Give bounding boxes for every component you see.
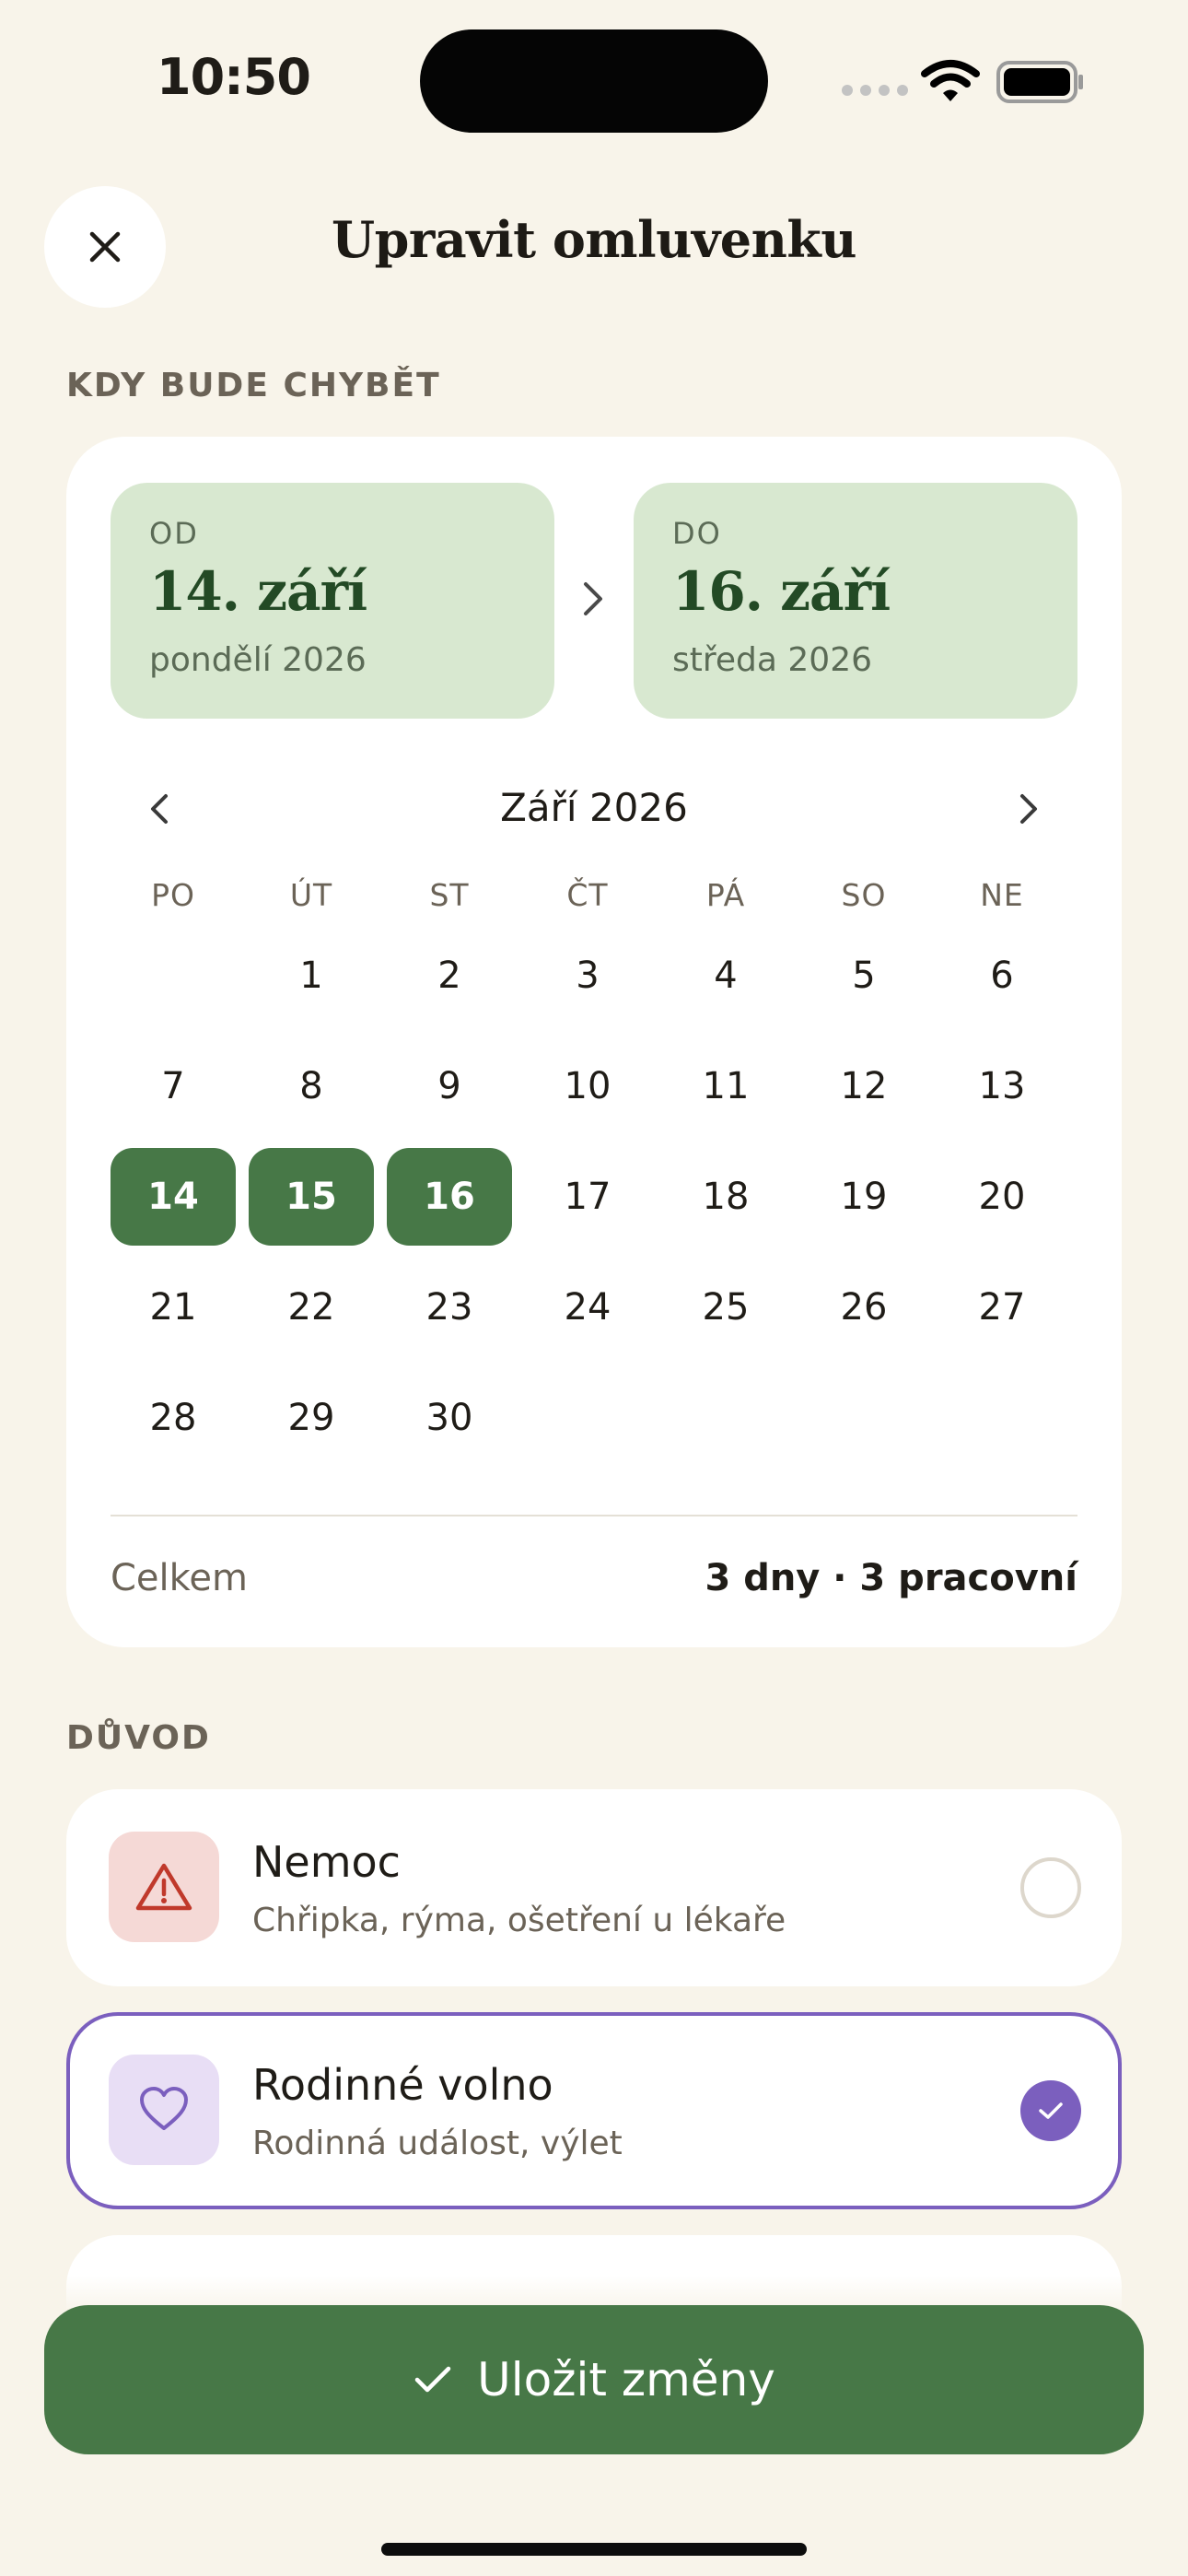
calendar-day-selected[interactable]: 16	[387, 1148, 512, 1246]
calendar-day-selected[interactable]: 14	[111, 1148, 236, 1246]
calendar-day[interactable]: 6	[939, 927, 1065, 1025]
date-to-value: 16. září	[672, 560, 891, 623]
dynamic-island	[420, 29, 768, 133]
calendar-day[interactable]: 18	[663, 1148, 788, 1246]
weekday-header: SO	[841, 877, 887, 913]
section-label-reason: DŮVOD	[66, 1719, 211, 1757]
date-from-weekday: pondělí 2026	[149, 641, 367, 679]
prev-month-button[interactable]	[144, 789, 177, 829]
calendar-day-selected[interactable]: 15	[249, 1148, 374, 1246]
warning-icon	[109, 1832, 219, 1942]
battery-icon	[996, 61, 1083, 103]
reason-name: Nemoc	[252, 1837, 401, 1887]
calendar-day[interactable]: 29	[249, 1369, 374, 1467]
wifi-icon	[921, 60, 980, 101]
calendar-day[interactable]: 12	[801, 1037, 926, 1135]
section-label-when: KDY BUDE CHYBĚT	[66, 367, 441, 404]
weekday-header: ST	[429, 877, 470, 913]
calendar-day[interactable]: 10	[525, 1037, 650, 1135]
calendar-day[interactable]: 25	[663, 1259, 788, 1356]
reason-description: Rodinná událost, výlet	[252, 2125, 623, 2162]
calendar-day[interactable]: 26	[801, 1259, 926, 1356]
reason-option-illness[interactable]: Nemoc Chřipka, rýma, ošetření u lékaře	[66, 1789, 1122, 1986]
date-to-label: DO	[672, 516, 722, 551]
calendar-day[interactable]: 11	[663, 1037, 788, 1135]
total-label: Celkem	[111, 1557, 248, 1599]
reason-name: Rodinné volno	[252, 2060, 553, 2110]
save-button[interactable]: Uložit změny	[44, 2305, 1144, 2454]
weekday-header: PÁ	[705, 877, 746, 913]
total-value: 3 dny · 3 pracovní	[705, 1557, 1077, 1599]
date-from-field[interactable]: OD 14. září pondělí 2026	[111, 483, 554, 719]
chevron-right-icon	[584, 582, 602, 615]
divider	[111, 1515, 1077, 1516]
calendar-day[interactable]: 27	[939, 1259, 1065, 1356]
close-icon	[89, 231, 121, 263]
close-button[interactable]	[44, 186, 166, 308]
check-icon	[414, 2366, 451, 2393]
calendar-day[interactable]: 19	[801, 1148, 926, 1246]
calendar-day[interactable]: 7	[111, 1037, 236, 1135]
weekday-header: NE	[980, 877, 1024, 913]
calendar-day[interactable]: 3	[525, 927, 650, 1025]
calendar-day[interactable]: 4	[663, 927, 788, 1025]
date-to-weekday: středa 2026	[672, 641, 873, 679]
calendar-day[interactable]: 28	[111, 1369, 236, 1467]
check-icon	[1039, 2102, 1063, 2119]
date-to-field[interactable]: DO 16. září středa 2026	[634, 483, 1077, 719]
date-from-value: 14. září	[149, 560, 367, 623]
calendar-day[interactable]: 8	[249, 1037, 374, 1135]
calendar-month-title: Září 2026	[500, 785, 688, 830]
weekday-header: ÚT	[289, 877, 333, 913]
save-button-label: Uložit změny	[477, 2353, 775, 2406]
heart-icon	[109, 2055, 219, 2165]
calendar-day[interactable]: 9	[387, 1037, 512, 1135]
calendar-day[interactable]: 23	[387, 1259, 512, 1356]
calendar-day[interactable]: 24	[525, 1259, 650, 1356]
weekday-header: PO	[151, 877, 195, 913]
radio-unselected[interactable]	[1020, 1857, 1081, 1918]
date-from-label: OD	[149, 516, 199, 551]
home-indicator	[381, 2543, 807, 2556]
calendar-day[interactable]: 13	[939, 1037, 1065, 1135]
radio-selected[interactable]	[1020, 2080, 1081, 2141]
weekday-header: ČT	[566, 877, 609, 913]
reason-description: Chřipka, rýma, ošetření u lékaře	[252, 1902, 786, 1939]
reason-option-family-leave[interactable]: Rodinné volno Rodinná událost, výlet	[66, 2012, 1122, 2209]
status-time: 10:50	[157, 48, 311, 106]
calendar-day[interactable]: 22	[249, 1259, 374, 1356]
calendar-day[interactable]: 5	[801, 927, 926, 1025]
calendar-day[interactable]: 30	[387, 1369, 512, 1467]
page-title: Upravit omluvenku	[331, 210, 857, 269]
calendar-day[interactable]: 20	[939, 1148, 1065, 1246]
calendar-day[interactable]: 2	[387, 927, 512, 1025]
calendar-day[interactable]: 1	[249, 927, 374, 1025]
calendar-day[interactable]: 17	[525, 1148, 650, 1246]
next-month-button[interactable]	[1011, 789, 1044, 829]
cellular-signal-icon	[842, 85, 908, 96]
calendar-day[interactable]: 21	[111, 1259, 236, 1356]
